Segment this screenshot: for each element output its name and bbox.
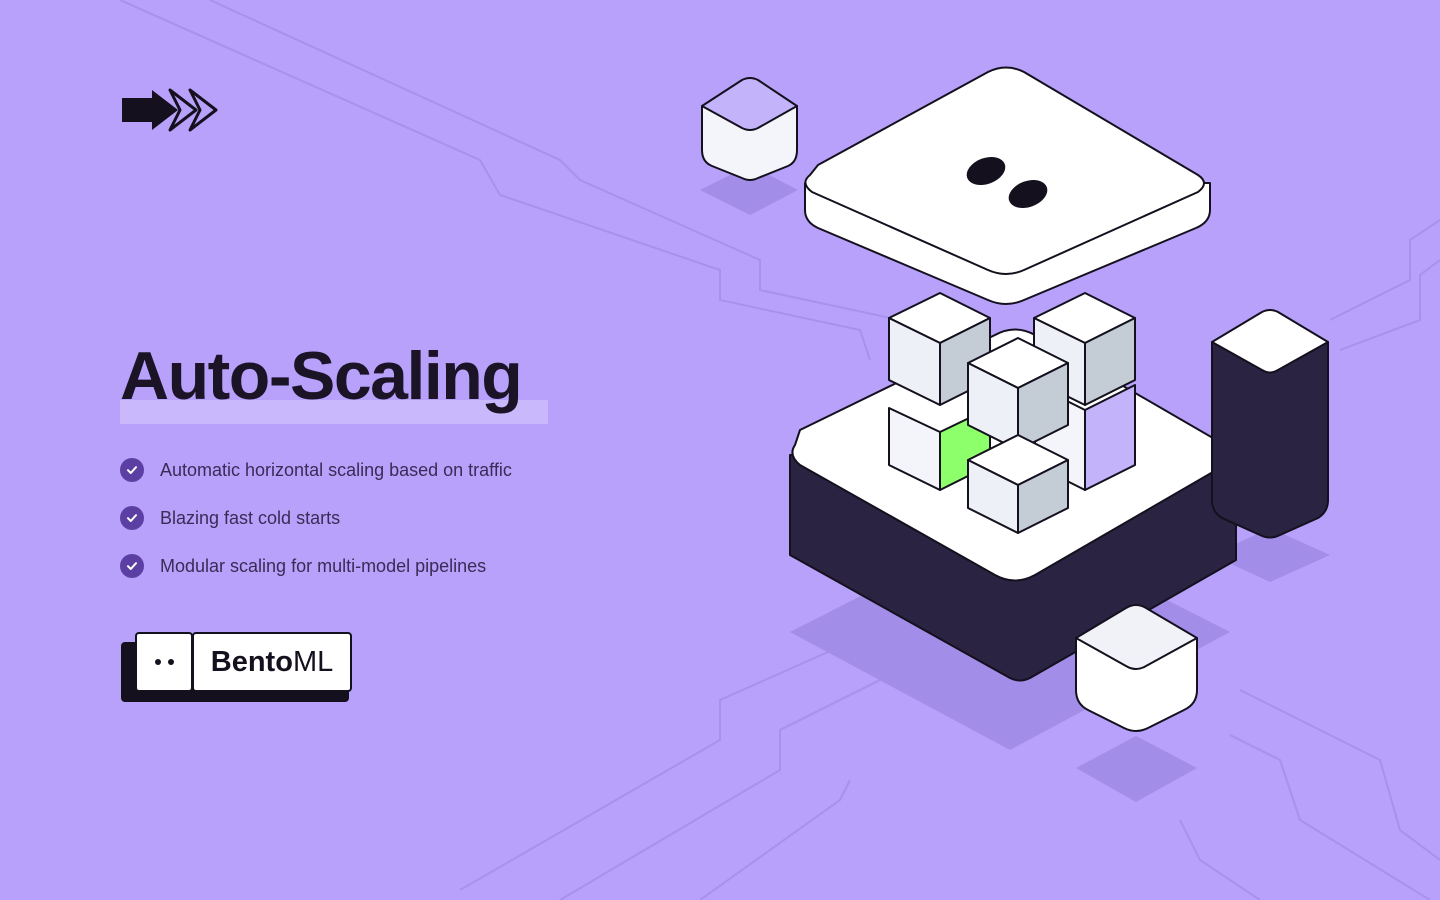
feature-text: Blazing fast cold starts xyxy=(160,507,341,528)
brand-dot xyxy=(154,659,161,665)
feature-item: Automatic horizontal scaling based on tr… xyxy=(120,456,512,484)
brand-name-light: ML xyxy=(292,645,334,678)
bentoml-logo[interactable]: Bento ML xyxy=(120,630,360,710)
check-icon xyxy=(120,554,144,578)
feature-item: Modular scaling for multi-model pipeline… xyxy=(120,552,512,580)
feature-text: Modular scaling for multi-model pipeline… xyxy=(160,555,487,576)
feature-item: Blazing fast cold starts xyxy=(120,504,512,532)
page-title: Auto-Scaling xyxy=(120,338,523,414)
feature-list: Automatic horizontal scaling based on tr… xyxy=(120,456,512,600)
double-arrow-icon xyxy=(122,88,218,132)
feature-text: Automatic horizontal scaling based on tr… xyxy=(160,459,512,480)
small-cube-top-left xyxy=(701,77,798,181)
brand-name-bold: Bento xyxy=(210,645,293,678)
check-icon xyxy=(120,458,144,482)
check-icon xyxy=(120,506,144,530)
pillar-right xyxy=(1211,309,1329,539)
brand-dots-box xyxy=(135,632,193,692)
brand-dot xyxy=(167,659,174,665)
logo-mark[interactable] xyxy=(122,86,218,139)
floating-lid xyxy=(804,66,1211,305)
shadow-small-cube-bottom xyxy=(1076,736,1197,802)
brand-name-box: Bento ML xyxy=(192,632,352,692)
